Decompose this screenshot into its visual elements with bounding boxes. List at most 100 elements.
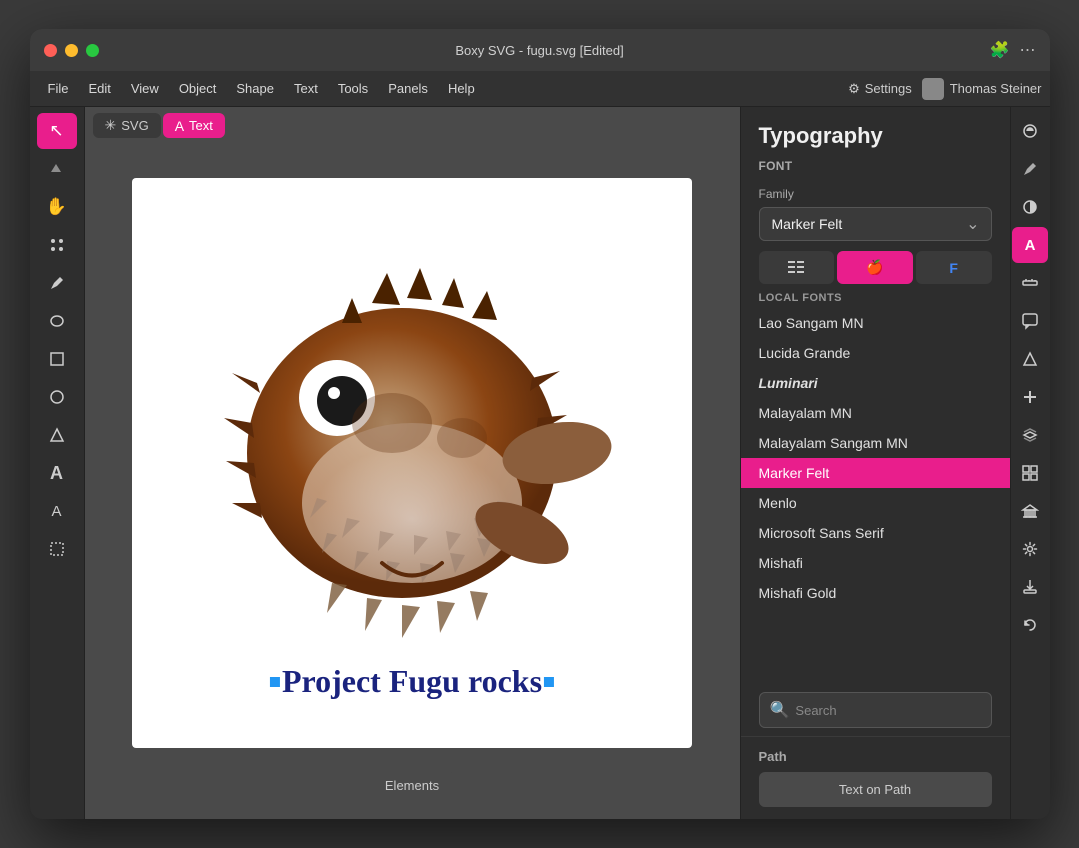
canvas-tabs: ✳ SVG A Text <box>85 107 233 144</box>
canvas-area[interactable]: ✳ SVG A Text <box>85 107 740 819</box>
google-f-icon: F <box>949 260 958 276</box>
typography-icon[interactable]: A <box>1012 227 1048 263</box>
titlebar: Boxy SVG - fugu.svg [Edited] 🧩 ⋯ <box>30 29 1050 71</box>
font-item-lucida-grande[interactable]: Lucida Grande <box>741 338 1010 368</box>
font-item-mishafi[interactable]: Mishafi <box>741 548 1010 578</box>
local-fonts-label: LOCAL FONTS <box>741 284 1010 308</box>
font-item-monaco[interactable]: Monaco <box>741 608 1010 618</box>
plus-icon[interactable] <box>1012 379 1048 415</box>
traffic-lights <box>44 44 99 57</box>
export-icon[interactable] <box>1012 569 1048 605</box>
font-tab-apple[interactable]: 🍎 <box>837 251 913 284</box>
contrast-icon[interactable] <box>1012 189 1048 225</box>
path-section: Path Text on Path <box>741 736 1010 819</box>
apple-icon: 🍎 <box>866 259 883 276</box>
search-box[interactable]: 🔍 <box>759 692 992 728</box>
window-title: Boxy SVG - fugu.svg [Edited] <box>455 43 623 58</box>
puzzle-icon[interactable]: 🧩 <box>990 40 1010 60</box>
select-tool[interactable]: ↖ <box>37 113 77 149</box>
minimize-button[interactable] <box>65 44 78 57</box>
font-item-marker-felt[interactable]: Marker Felt <box>741 458 1010 488</box>
menu-shape[interactable]: Shape <box>226 77 284 100</box>
font-tabs: 🍎 F <box>759 251 992 284</box>
search-icon: 🔍 <box>770 700 790 720</box>
more-options-icon[interactable]: ⋯ <box>1020 40 1036 60</box>
node-tool[interactable] <box>37 151 77 187</box>
font-tab-list[interactable] <box>759 251 835 284</box>
titlebar-right: 🧩 ⋯ <box>990 40 1036 60</box>
panel-title: Typography <box>759 123 992 149</box>
grid-icon[interactable] <box>1012 455 1048 491</box>
search-input[interactable] <box>795 703 980 718</box>
menu-file[interactable]: File <box>38 77 79 100</box>
svg-tab-label: SVG <box>121 118 148 133</box>
text-small-tool[interactable]: A <box>37 493 77 529</box>
user-avatar <box>922 78 944 100</box>
close-button[interactable] <box>44 44 57 57</box>
canvas-text-selection[interactable]: Project Fugu rocks <box>282 663 542 700</box>
triangle-tool[interactable] <box>37 417 77 453</box>
circle-tool[interactable] <box>37 379 77 415</box>
maximize-button[interactable] <box>86 44 99 57</box>
font-item-menlo[interactable]: Menlo <box>741 488 1010 518</box>
elements-button[interactable]: Elements <box>369 772 455 799</box>
triangle-right-icon[interactable] <box>1012 341 1048 377</box>
canvas-text-content: Project Fugu rocks <box>282 663 542 699</box>
crop-tool[interactable] <box>37 531 77 567</box>
left-toolbar: ↖ ✋ A <box>30 107 85 819</box>
settings-icon: ⚙ <box>848 81 860 97</box>
right-panel: Typography Font Family Marker Felt <box>740 107 1010 819</box>
gear-icon[interactable] <box>1012 531 1048 567</box>
pen-right-icon[interactable] <box>1012 151 1048 187</box>
menubar: File Edit View Object Shape Text Tools P… <box>30 71 1050 107</box>
user-button[interactable]: Thomas Steiner <box>922 78 1042 100</box>
menu-view[interactable]: View <box>121 77 169 100</box>
fugu-illustration <box>172 223 652 703</box>
font-item-mishafi-gold[interactable]: Mishafi Gold <box>741 578 1010 608</box>
undo-icon[interactable] <box>1012 607 1048 643</box>
menubar-right: ⚙ Settings Thomas Steiner <box>848 78 1041 100</box>
color-icon[interactable] <box>1012 113 1048 149</box>
text-tool[interactable]: A <box>37 455 77 491</box>
text-tab[interactable]: A Text <box>163 113 225 138</box>
font-tab-google[interactable]: F <box>916 251 992 284</box>
menu-text[interactable]: Text <box>284 77 328 100</box>
search-section: 🔍 <box>741 684 1010 736</box>
font-item-malayalam-mn[interactable]: Malayalam MN <box>741 398 1010 428</box>
font-item-luminari[interactable]: Luminari <box>741 368 1010 398</box>
settings-label: Settings <box>865 81 912 96</box>
family-select[interactable]: Marker Felt <box>759 207 992 241</box>
text-handle-left[interactable] <box>270 677 280 687</box>
font-list-section: LOCAL FONTS Lao Sangam MN Lucida Grande … <box>741 284 1010 684</box>
layers-icon[interactable] <box>1012 417 1048 453</box>
rect-tool[interactable] <box>37 341 77 377</box>
canvas-text: Project Fugu rocks <box>282 663 542 700</box>
family-select-wrapper[interactable]: Marker Felt <box>759 207 992 241</box>
font-item-lao-sangam[interactable]: Lao Sangam MN <box>741 308 1010 338</box>
svg-canvas[interactable]: Project Fugu rocks <box>132 178 692 748</box>
menu-tools[interactable]: Tools <box>328 77 378 100</box>
svg-icon: ✳ <box>105 117 117 134</box>
menu-object[interactable]: Object <box>169 77 227 100</box>
font-list[interactable]: Lao Sangam MN Lucida Grande Luminari Mal… <box>741 308 1010 618</box>
text-tab-label: Text <box>189 118 213 133</box>
user-label: Thomas Steiner <box>950 81 1042 96</box>
settings-button[interactable]: ⚙ Settings <box>848 81 912 97</box>
text-on-path-button[interactable]: Text on Path <box>759 772 992 807</box>
font-item-malayalam-sangam[interactable]: Malayalam Sangam MN <box>741 428 1010 458</box>
pen-tool[interactable] <box>37 265 77 301</box>
text-handle-right[interactable] <box>544 677 554 687</box>
transform-tool[interactable] <box>37 227 77 263</box>
svg-tab[interactable]: ✳ SVG <box>93 113 161 138</box>
menu-help[interactable]: Help <box>438 77 485 100</box>
font-item-microsoft-sans[interactable]: Microsoft Sans Serif <box>741 518 1010 548</box>
ruler-icon[interactable] <box>1012 265 1048 301</box>
menu-panels[interactable]: Panels <box>378 77 438 100</box>
text-tab-icon: A <box>175 118 184 134</box>
chat-icon[interactable] <box>1012 303 1048 339</box>
main-content: ↖ ✋ A <box>30 107 1050 819</box>
pan-tool[interactable]: ✋ <box>37 189 77 225</box>
menu-edit[interactable]: Edit <box>78 77 120 100</box>
bank-icon[interactable] <box>1012 493 1048 529</box>
ellipse-tool[interactable] <box>37 303 77 339</box>
